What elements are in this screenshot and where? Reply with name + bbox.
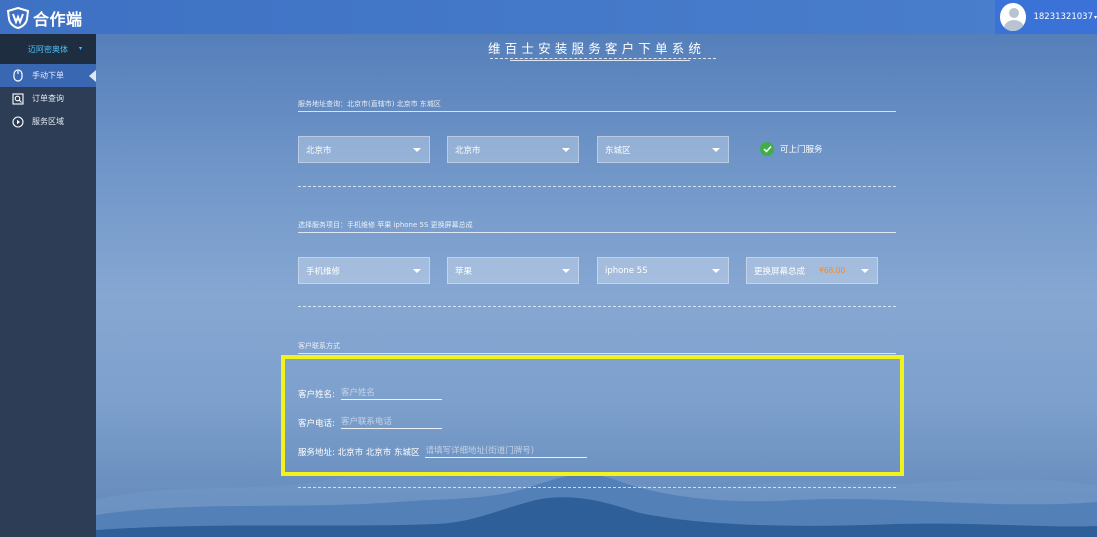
service-item-select[interactable]: 更换屏幕总成 ¥68.00 bbox=[746, 257, 878, 284]
chevron-down-icon bbox=[413, 269, 421, 273]
city-value: 北京市 bbox=[455, 145, 481, 156]
dashed-divider bbox=[298, 186, 896, 187]
chevron-down-icon bbox=[562, 269, 570, 273]
divider bbox=[298, 111, 896, 112]
chevron-down-icon bbox=[413, 148, 421, 152]
chevron-down-icon bbox=[562, 148, 570, 152]
model-value: iphone 5S bbox=[605, 265, 648, 276]
service-section-label: 选择服务项目：手机维修 苹果 iphone 5S 更换屏幕总成 bbox=[298, 221, 473, 229]
sidebar-item-label: 订单查询 bbox=[32, 94, 64, 103]
service-address-row: 服务地址: 北京市 北京市 东城区 请填写详细地址(街道门牌号) bbox=[298, 444, 588, 458]
service-category-select[interactable]: 手机维修 bbox=[298, 257, 430, 284]
model-select[interactable]: iphone 5S bbox=[597, 257, 729, 284]
customer-phone-row: 客户电话: 客户联系电话 bbox=[298, 415, 442, 429]
divider bbox=[298, 353, 896, 354]
customer-phone-input[interactable]: 客户联系电话 bbox=[340, 415, 442, 429]
sidebar-item-manual-order[interactable]: 手动下单 bbox=[0, 64, 96, 87]
top-bar: 合作端 18231321037 ▾ bbox=[0, 0, 1097, 34]
service-available-label: 可上门服务 bbox=[780, 145, 823, 155]
brand-select[interactable]: 苹果 bbox=[447, 257, 579, 284]
avatar[interactable] bbox=[1000, 3, 1027, 31]
user-menu[interactable]: 18231321037 ▾ bbox=[995, 0, 1097, 34]
brand-value: 苹果 bbox=[455, 266, 473, 277]
service-address-label: 服务地址: 北京市 北京市 东城区 bbox=[298, 448, 420, 458]
chevron-down-icon: ▾ bbox=[78, 45, 82, 52]
play-circle-icon bbox=[12, 115, 24, 128]
title-underline bbox=[490, 58, 716, 62]
check-icon bbox=[760, 142, 774, 156]
sidebar: 迈阿密奥体 ▾ 手动下单 订单查询 服务区域 bbox=[0, 34, 96, 537]
chevron-down-icon bbox=[861, 269, 869, 273]
divider bbox=[298, 232, 896, 233]
address-section-label: 服务地址查询：北京市(直辖市) 北京市 东城区 bbox=[298, 100, 441, 108]
chevron-down-icon bbox=[712, 148, 720, 152]
search-doc-icon bbox=[12, 92, 24, 105]
district-value: 东城区 bbox=[605, 145, 631, 156]
shop-select-label: 迈阿密奥体 bbox=[28, 44, 68, 54]
customer-phone-label: 客户电话: bbox=[298, 419, 335, 429]
app-title: 合作端 bbox=[33, 10, 83, 29]
service-item-value: 更换屏幕总成 bbox=[754, 266, 806, 277]
customer-name-label: 客户姓名: bbox=[298, 390, 335, 400]
city-select[interactable]: 北京市 bbox=[447, 136, 579, 163]
customer-name-input[interactable]: 客户姓名 bbox=[340, 386, 442, 400]
chevron-down-icon bbox=[712, 269, 720, 273]
sidebar-item-label: 手动下单 bbox=[32, 71, 64, 80]
province-value: 北京市 bbox=[306, 145, 332, 156]
dashed-divider bbox=[298, 487, 896, 488]
customer-name-row: 客户姓名: 客户姓名 bbox=[298, 386, 442, 400]
sidebar-item-label: 服务区域 bbox=[32, 117, 64, 126]
service-address-input[interactable]: 请填写详细地址(街道门牌号) bbox=[425, 444, 588, 458]
shop-select[interactable]: 迈阿密奥体 ▾ bbox=[0, 34, 96, 64]
page-title: 维百士安装服务客户下单系统 bbox=[488, 41, 706, 56]
province-select[interactable]: 北京市 bbox=[298, 136, 430, 163]
mouse-icon bbox=[12, 69, 24, 82]
contact-section-label: 客户联系方式 bbox=[298, 342, 340, 350]
user-name: 18231321037 bbox=[1033, 12, 1093, 22]
shield-logo-icon bbox=[6, 7, 30, 29]
sidebar-item-order-query[interactable]: 订单查询 bbox=[0, 87, 96, 110]
service-available-indicator: 可上门服务 bbox=[760, 142, 823, 156]
app-logo[interactable]: 合作端 bbox=[6, 6, 83, 30]
sidebar-item-service-area[interactable]: 服务区域 bbox=[0, 110, 96, 133]
district-select[interactable]: 东城区 bbox=[597, 136, 729, 163]
dashed-divider bbox=[298, 306, 896, 307]
service-category-value: 手机维修 bbox=[306, 266, 341, 277]
service-price: ¥68.00 bbox=[819, 266, 846, 275]
